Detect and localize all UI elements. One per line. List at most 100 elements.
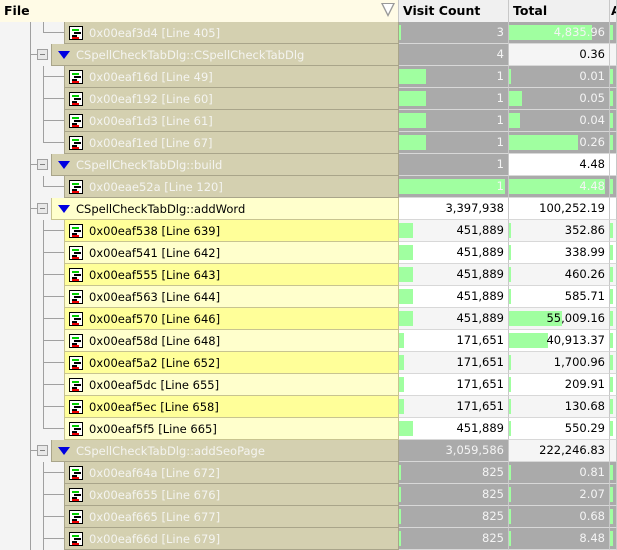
collapse-icon[interactable] xyxy=(37,203,48,214)
visit-value: 451,889 xyxy=(456,245,504,259)
file-cell[interactable]: 0x00eaf5ec [Line 658] xyxy=(64,396,399,418)
collapse-icon[interactable] xyxy=(37,159,48,170)
tree-lines xyxy=(0,352,64,374)
file-cell[interactable]: 0x00eaf64a [Line 672] xyxy=(64,462,399,484)
column-header-file[interactable]: File xyxy=(0,0,399,22)
extra-cell xyxy=(610,462,617,484)
extra-cell xyxy=(610,132,617,154)
visit-value: 171,651 xyxy=(456,399,504,413)
visit-cell: 825 xyxy=(399,506,509,528)
visit-value: 1 xyxy=(496,91,504,105)
line-row[interactable]: 0x00eaf5dc [Line 655] 171,651 209.91 xyxy=(0,374,617,396)
total-value: 4.48 xyxy=(579,157,605,171)
visit-bar xyxy=(399,179,505,194)
line-row[interactable]: 0x00eaf58d [Line 648] 171,651 40,913.37 xyxy=(0,330,617,352)
file-cell[interactable]: CSpellCheckTabDlg::CSpellCheckTabDlg xyxy=(51,44,399,66)
total-cell: 222,246.83 xyxy=(509,440,610,462)
row-label: 0x00eaf665 [Line 677] xyxy=(89,509,221,524)
file-cell[interactable]: 0x00eaf5dc [Line 655] xyxy=(64,374,399,396)
function-row[interactable]: CSpellCheckTabDlg::CSpellCheckTabDlg 4 0.3… xyxy=(0,44,617,66)
tree-lines xyxy=(0,198,51,220)
line-row[interactable]: 0x00eaf1d3 [Line 61] 1 0.04 xyxy=(0,110,617,132)
file-cell[interactable]: CSpellCheckTabDlg::addSeoPage xyxy=(51,440,399,462)
file-cell[interactable]: 0x00eaf192 [Line 60] xyxy=(64,88,399,110)
function-row[interactable]: CSpellCheckTabDlg::addWord 3,397,938 100,2… xyxy=(0,198,617,220)
file-cell[interactable]: 0x00eaf570 [Line 646] xyxy=(64,308,399,330)
extra-bar xyxy=(610,25,613,40)
file-cell[interactable]: 0x00eaf5f5 [Line 665] xyxy=(64,418,399,440)
total-value: 0.81 xyxy=(579,465,605,479)
row-label: 0x00eaf16d [Line 49] xyxy=(89,69,213,84)
file-cell[interactable]: 0x00eaf66d [Line 679] xyxy=(64,528,399,550)
total-bar xyxy=(509,289,511,304)
file-cell[interactable]: 0x00eaf555 [Line 643] xyxy=(64,264,399,286)
total-cell: 8.48 xyxy=(509,528,610,550)
total-bar xyxy=(509,223,511,238)
line-row[interactable]: 0x00eaf192 [Line 60] 1 0.05 xyxy=(0,88,617,110)
line-row[interactable]: 0x00eaf3d4 [Line 405] 3 4,835.96 xyxy=(0,22,617,44)
total-bar xyxy=(509,399,511,414)
column-header-total[interactable]: Total xyxy=(509,0,610,22)
visit-value: 1 xyxy=(496,179,504,193)
line-row[interactable]: 0x00eaf5f5 [Line 665] 451,889 550.29 xyxy=(0,418,617,440)
visit-value: 171,651 xyxy=(456,377,504,391)
file-cell[interactable]: 0x00eaf58d [Line 648] xyxy=(64,330,399,352)
line-row[interactable]: 0x00eaf541 [Line 642] 451,889 338.99 xyxy=(0,242,617,264)
file-cell[interactable]: 0x00eaf3d4 [Line 405] xyxy=(64,22,399,44)
file-cell[interactable]: 0x00eaf541 [Line 642] xyxy=(64,242,399,264)
line-row[interactable]: 0x00eaf5ec [Line 658] 171,651 130.68 xyxy=(0,396,617,418)
file-cell[interactable]: 0x00eaf538 [Line 639] xyxy=(64,220,399,242)
line-row[interactable]: 0x00eaf555 [Line 643] 451,889 460.26 xyxy=(0,264,617,286)
tree-lines xyxy=(0,396,64,418)
file-cell[interactable]: 0x00eaf16d [Line 49] xyxy=(64,66,399,88)
total-value: 222,246.83 xyxy=(539,443,605,457)
extra-bar xyxy=(610,179,613,194)
column-header-visit-count[interactable]: Visit Count xyxy=(399,0,509,22)
file-cell[interactable]: 0x00eaf1ed [Line 67] xyxy=(64,132,399,154)
function-row[interactable]: CSpellCheckTabDlg::addSeoPage 3,059,586 22… xyxy=(0,440,617,462)
collapse-icon[interactable] xyxy=(37,49,48,60)
file-cell[interactable]: 0x00eaf665 [Line 677] xyxy=(64,506,399,528)
line-row[interactable]: 0x00eaf570 [Line 646] 451,889 55,009.16 xyxy=(0,308,617,330)
file-cell[interactable]: 0x00eaf655 [Line 676] xyxy=(64,484,399,506)
line-row[interactable]: 0x00eaf563 [Line 644] 451,889 585.71 xyxy=(0,286,617,308)
visit-bar xyxy=(399,113,426,128)
visit-value: 451,889 xyxy=(456,421,504,435)
total-value: 1,700.96 xyxy=(553,355,605,369)
file-cell[interactable]: 0x00eaf1d3 [Line 61] xyxy=(64,110,399,132)
visit-bar xyxy=(399,355,404,370)
sort-descending-icon[interactable] xyxy=(381,3,395,17)
extra-bar xyxy=(610,465,613,480)
tree-lines xyxy=(0,462,64,484)
total-cell: 130.68 xyxy=(509,396,610,418)
line-row[interactable]: 0x00eaf655 [Line 676] 825 2.07 xyxy=(0,484,617,506)
source-line-icon xyxy=(69,267,83,282)
line-row[interactable]: 0x00eae52a [Line 120] 1 4.48 xyxy=(0,176,617,198)
column-header-extra[interactable]: A xyxy=(610,0,617,22)
line-row[interactable]: 0x00eaf1ed [Line 67] 1 0.26 xyxy=(0,132,617,154)
total-cell: 338.99 xyxy=(509,242,610,264)
line-row[interactable]: 0x00eaf538 [Line 639] 451,889 352.86 xyxy=(0,220,617,242)
line-row[interactable]: 0x00eaf5a2 [Line 652] 171,651 1,700.96 xyxy=(0,352,617,374)
file-cell[interactable]: 0x00eaf5a2 [Line 652] xyxy=(64,352,399,374)
function-icon xyxy=(58,160,70,169)
collapse-icon[interactable] xyxy=(37,445,48,456)
file-cell[interactable]: CSpellCheckTabDlg::build xyxy=(51,154,399,176)
total-bar xyxy=(509,267,511,282)
file-cell[interactable]: CSpellCheckTabDlg::addWord xyxy=(51,198,399,220)
file-cell[interactable]: 0x00eae52a [Line 120] xyxy=(64,176,399,198)
visit-cell: 171,651 xyxy=(399,330,509,352)
visit-value: 1 xyxy=(496,69,504,83)
visit-cell: 4 xyxy=(399,44,509,66)
visit-bar xyxy=(399,333,404,348)
line-row[interactable]: 0x00eaf64a [Line 672] 825 0.81 xyxy=(0,462,617,484)
line-row[interactable]: 0x00eaf665 [Line 677] 825 0.68 xyxy=(0,506,617,528)
line-row[interactable]: 0x00eaf16d [Line 49] 1 0.01 xyxy=(0,66,617,88)
row-label: 0x00eaf5f5 [Line 665] xyxy=(89,421,217,436)
visit-cell: 1 xyxy=(399,110,509,132)
line-row[interactable]: 0x00eaf66d [Line 679] 825 8.48 xyxy=(0,528,617,550)
file-cell[interactable]: 0x00eaf563 [Line 644] xyxy=(64,286,399,308)
total-value: 0.01 xyxy=(579,69,605,83)
visit-cell: 451,889 xyxy=(399,264,509,286)
function-row[interactable]: CSpellCheckTabDlg::build 1 4.48 xyxy=(0,154,617,176)
